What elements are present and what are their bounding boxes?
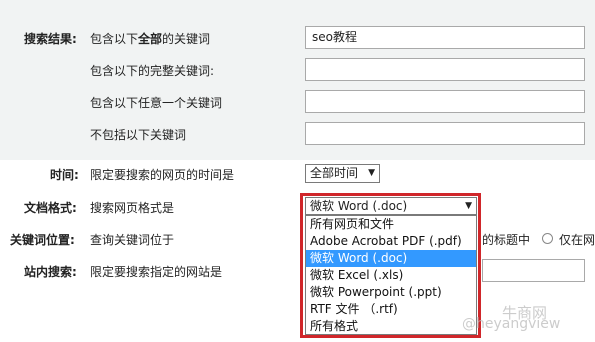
time-description: 限定要搜索的网页的时间是 [90,168,235,182]
all-keywords-label: 包含以下全部的关键词 [90,32,211,46]
time-select-value: 全部时间 [310,166,359,180]
any-keyword-label: 包含以下任意一个关键词 [90,96,223,110]
site-search-description: 限定要搜索指定的网站是 [90,265,223,279]
url-only-radio[interactable] [542,233,553,244]
title-option-label: 的标题中 [482,233,531,247]
exact-phrase-input[interactable] [305,58,585,81]
url-only-label: 仅在网 [559,233,595,247]
doc-format-label: 文档格式: [24,201,77,215]
exclude-keywords-label: 不包括以下关键词 [90,128,187,142]
site-search-input[interactable] [482,259,585,282]
highlight-box [300,193,481,338]
dropdown-arrow-icon: ▼ [368,168,375,178]
keyword-position-description: 查询关键词位于 [90,233,175,247]
doc-format-description: 搜索网页格式是 [90,201,175,215]
time-select[interactable]: 全部时间 ▼ [305,164,380,183]
watermark-handle: @heyangview [462,316,561,332]
any-keyword-input[interactable] [305,90,585,113]
search-results-label: 搜索结果: [24,32,77,46]
exact-phrase-label: 包含以下的完整关键词: [90,64,215,78]
all-keywords-input[interactable]: seo教程 [305,26,585,49]
site-search-label: 站内搜索: [24,265,77,279]
keyword-position-label: 关键词位置: [10,233,75,247]
exclude-keywords-input[interactable] [305,122,585,145]
time-label: 时间: [50,168,79,182]
